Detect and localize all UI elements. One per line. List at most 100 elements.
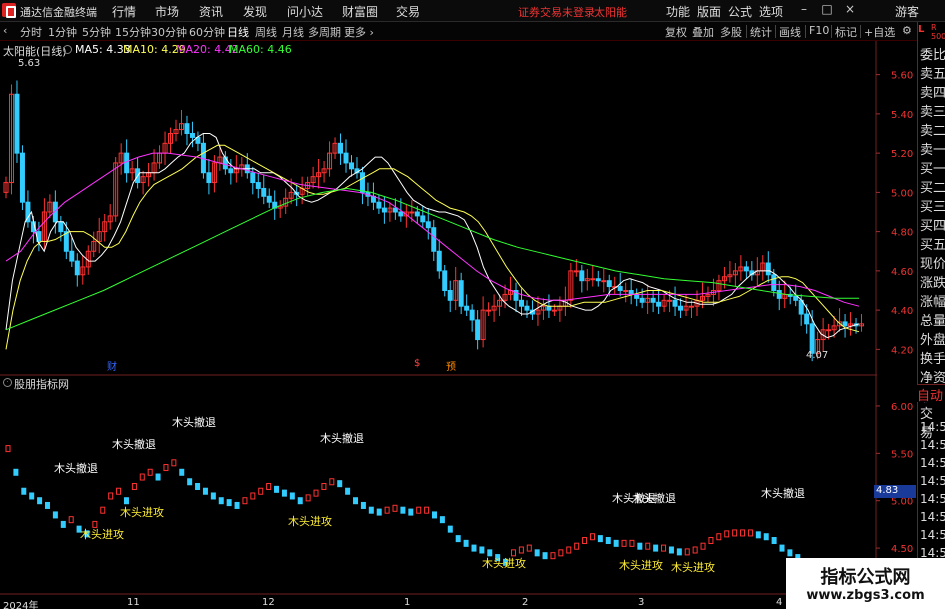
restore-rights-button[interactable]: 复权 [665, 24, 687, 40]
tab-weekly[interactable]: 周线 [255, 24, 277, 40]
menu-formula[interactable]: 公式 [728, 3, 752, 20]
x-axis-label: 12 [262, 597, 275, 608]
attack-signal-label: 木头进攻 [80, 528, 124, 541]
chart-area[interactable]: 5.60 5.40 5.20 5.00 4.80 4.60 4.40 4.20 6.00 5.50… [0, 41, 917, 609]
indicator-bar [60, 520, 66, 528]
candle-body [546, 305, 552, 311]
indicator-bar [100, 506, 106, 514]
menu-function[interactable]: 功能 [666, 3, 690, 20]
app-logo-icon [2, 3, 16, 18]
forecast-event-marker[interactable]: 预 [446, 358, 456, 373]
mark-button[interactable]: 标记 [835, 24, 857, 40]
tab-30min[interactable]: 30分钟 [151, 24, 187, 40]
menu-wealth[interactable]: 财富圈 [342, 3, 378, 20]
indicator-bar [763, 533, 769, 541]
stock-tag[interactable]: 太阳能 [594, 4, 627, 20]
statistics-button[interactable]: 统计 [750, 24, 772, 40]
indicator-bar [518, 546, 524, 554]
candle-body [617, 286, 623, 291]
indicator-bar [313, 489, 319, 497]
menu-market[interactable]: 市场 [155, 3, 179, 20]
indicator-bar [432, 511, 437, 519]
dividend-event-marker[interactable]: $ [414, 358, 420, 369]
tick-time: 14:56 [920, 438, 945, 452]
indicator-bar [218, 497, 224, 505]
candle-body [255, 182, 261, 189]
tab-daily[interactable]: 日线 [227, 24, 249, 40]
menu-options[interactable]: 选项 [759, 3, 783, 20]
settings-gear-icon[interactable]: ⚙ [902, 24, 912, 37]
indicator-bar [305, 494, 311, 502]
minimize-icon[interactable]: – [795, 2, 813, 18]
panel-R-label[interactable]: R 500 [931, 23, 945, 41]
tab-15min[interactable]: 15分钟 [115, 24, 151, 40]
tab-monthly[interactable]: 月线 [282, 24, 304, 40]
tab-5min[interactable]: 5分钟 [82, 24, 111, 40]
tick-time: 14:56 [920, 456, 945, 470]
menu-quotes[interactable]: 行情 [112, 3, 136, 20]
indicator-bar [384, 506, 390, 514]
y-tick-label: 5.00 [891, 497, 913, 508]
y-tick-label: 4.80 [891, 228, 913, 239]
tab-more[interactable]: 更多 › [344, 24, 374, 40]
tab-multi-period[interactable]: 多周期 [308, 24, 341, 40]
indicator-bar [5, 445, 11, 453]
guest-label[interactable]: 游客 [895, 3, 919, 20]
tab-60min[interactable]: 60分钟 [189, 24, 225, 40]
candle-body [809, 323, 815, 354]
multi-stock-button[interactable]: 多股 [720, 24, 742, 40]
overlay-button[interactable]: 叠加 [692, 24, 714, 40]
exit-signal-label: 木头撤退 [172, 416, 216, 429]
maximize-icon[interactable]: □ [818, 2, 836, 18]
chevron-left-icon[interactable]: ‹ [3, 24, 7, 37]
attack-signal-label: 木头进攻 [482, 557, 526, 570]
candle-body [392, 207, 398, 213]
tick-time: 14:56 [920, 420, 945, 434]
candle-body [804, 313, 810, 325]
x-axis-label: 11 [127, 597, 140, 608]
indicator-bar [68, 516, 74, 524]
candle-body [261, 187, 267, 197]
add-watchlist-button[interactable]: +自选 [864, 24, 895, 40]
indicator-bar [392, 504, 398, 512]
exit-signal-label: 木头撤退 [320, 432, 364, 445]
menu-news[interactable]: 资讯 [199, 3, 223, 20]
login-status[interactable]: 证券交易未登录 [518, 4, 595, 20]
candle-body [409, 211, 415, 214]
indicator-bar [661, 544, 667, 552]
panel-L-label[interactable]: L [918, 24, 924, 35]
panel-item-ask2: 卖二 [920, 124, 945, 139]
close-icon[interactable]: × [841, 2, 859, 18]
candle-body [689, 305, 695, 308]
indicator-bar [724, 530, 730, 538]
indicator-bar [684, 548, 690, 556]
panel-R-number: 500 [931, 32, 945, 41]
menu-trade[interactable]: 交易 [396, 3, 420, 20]
candle-body [650, 297, 656, 303]
indicator-bar [226, 499, 232, 507]
divider [831, 25, 832, 38]
panel-item-change: 涨跌 [920, 276, 945, 291]
auto-trade-button[interactable]: 自动 [917, 384, 945, 404]
menu-layout[interactable]: 版面 [697, 3, 721, 20]
y-tick-label: 5.20 [891, 149, 913, 160]
attack-signal-label: 木头进攻 [671, 561, 715, 574]
candle-body [425, 221, 431, 229]
candle-body [573, 270, 579, 273]
candle-body [189, 133, 195, 138]
indicator-bar [424, 506, 430, 514]
menu-assistant[interactable]: 问小达 [287, 3, 323, 20]
candle-body [590, 278, 596, 281]
y-tick-label: 4.20 [891, 345, 913, 356]
finance-event-marker[interactable]: 财 [107, 358, 117, 373]
draw-line-button[interactable]: 画线 [779, 24, 801, 40]
menu-discover[interactable]: 发现 [243, 3, 267, 20]
candle-body [464, 305, 470, 311]
divider [746, 25, 747, 38]
tab-intraday[interactable]: 分时 [20, 24, 42, 40]
indicator-bar [242, 497, 248, 505]
tab-1min[interactable]: 1分钟 [48, 24, 77, 40]
indicator-bar [13, 468, 19, 476]
indicator-bar [250, 492, 256, 500]
f10-button[interactable]: F10 [809, 24, 829, 37]
